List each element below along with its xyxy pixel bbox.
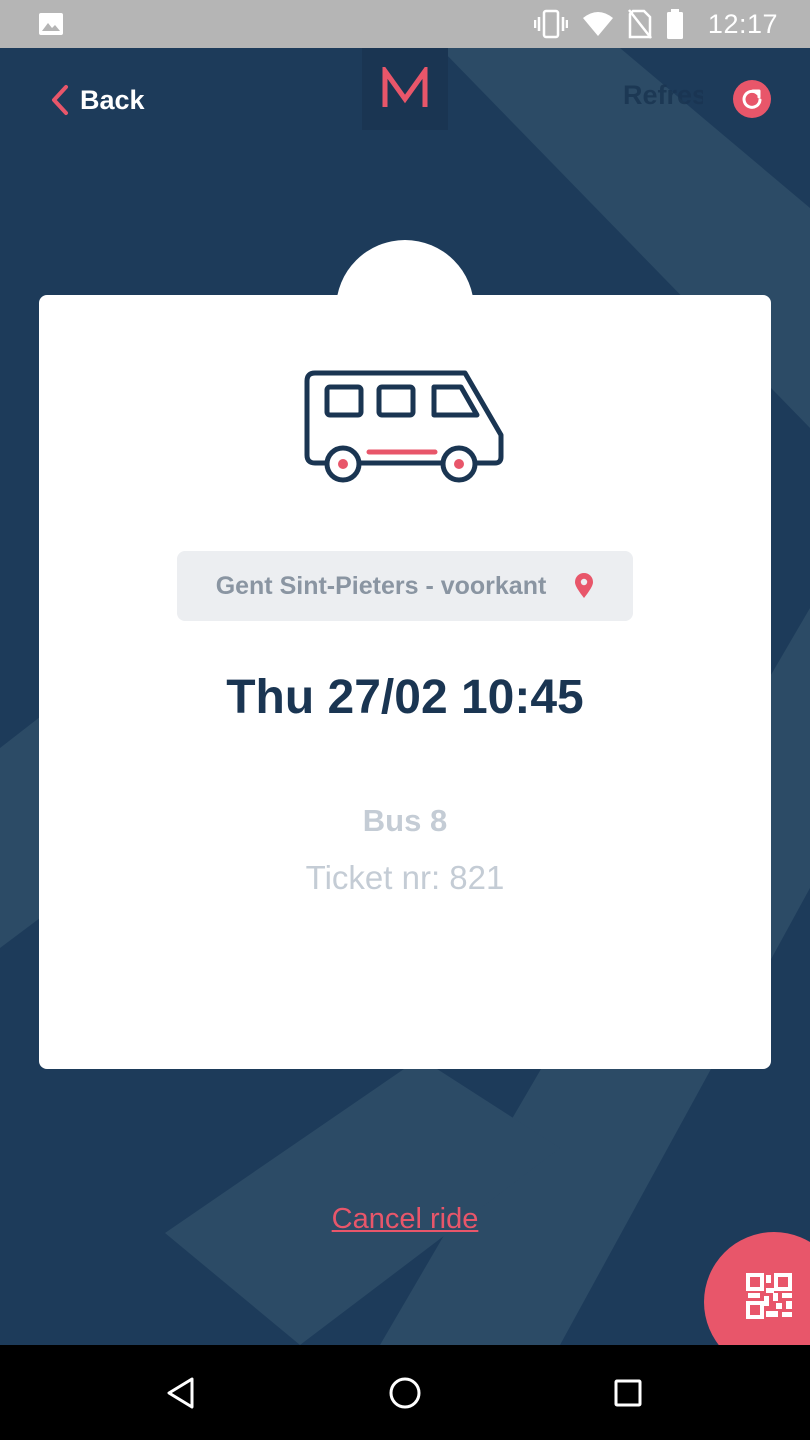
location-text: Gent Sint-Pieters - voorkant	[215, 571, 547, 600]
status-time: 12:17	[707, 8, 778, 39]
ticket-card: Gent Sint-Pieters - voorkant Thu 27/02 1…	[39, 295, 771, 1069]
app-area: Back Refresh Gent Sint-Pieters - voorkan…	[0, 48, 810, 1345]
logo-m-icon	[382, 67, 428, 107]
back-label: Back	[80, 84, 145, 115]
gallery-icon	[39, 13, 63, 35]
back-triangle-icon[interactable]	[163, 1375, 199, 1411]
vibrate-icon	[533, 9, 568, 39]
bus-icon	[304, 370, 504, 483]
location-pill[interactable]: Gent Sint-Pieters - voorkant	[177, 551, 633, 621]
system-nav-bar	[0, 1345, 810, 1440]
ride-datetime: Thu 27/02 10:45	[226, 671, 584, 724]
bus-line: Bus 8	[362, 803, 448, 838]
qr-code-icon	[746, 1273, 792, 1319]
ticket-number: Ticket nr: 821	[305, 859, 505, 896]
cancel-ride-link[interactable]: Cancel ride	[0, 1203, 810, 1236]
status-bar: 12:17	[0, 0, 810, 48]
wifi-icon	[582, 12, 613, 36]
battery-icon	[666, 9, 683, 39]
no-sim-icon	[627, 9, 652, 39]
status-icons: 12:17	[533, 8, 778, 40]
app-logo	[362, 48, 448, 130]
back-button[interactable]: Back	[50, 80, 145, 120]
chevron-left-icon	[52, 85, 68, 115]
refresh-icon	[742, 89, 762, 109]
home-circle-icon[interactable]	[387, 1375, 423, 1411]
refresh-label[interactable]: Refresh	[623, 80, 703, 111]
recents-square-icon[interactable]	[610, 1375, 646, 1411]
refresh-button[interactable]	[733, 80, 771, 118]
location-pin-icon	[575, 573, 594, 598]
